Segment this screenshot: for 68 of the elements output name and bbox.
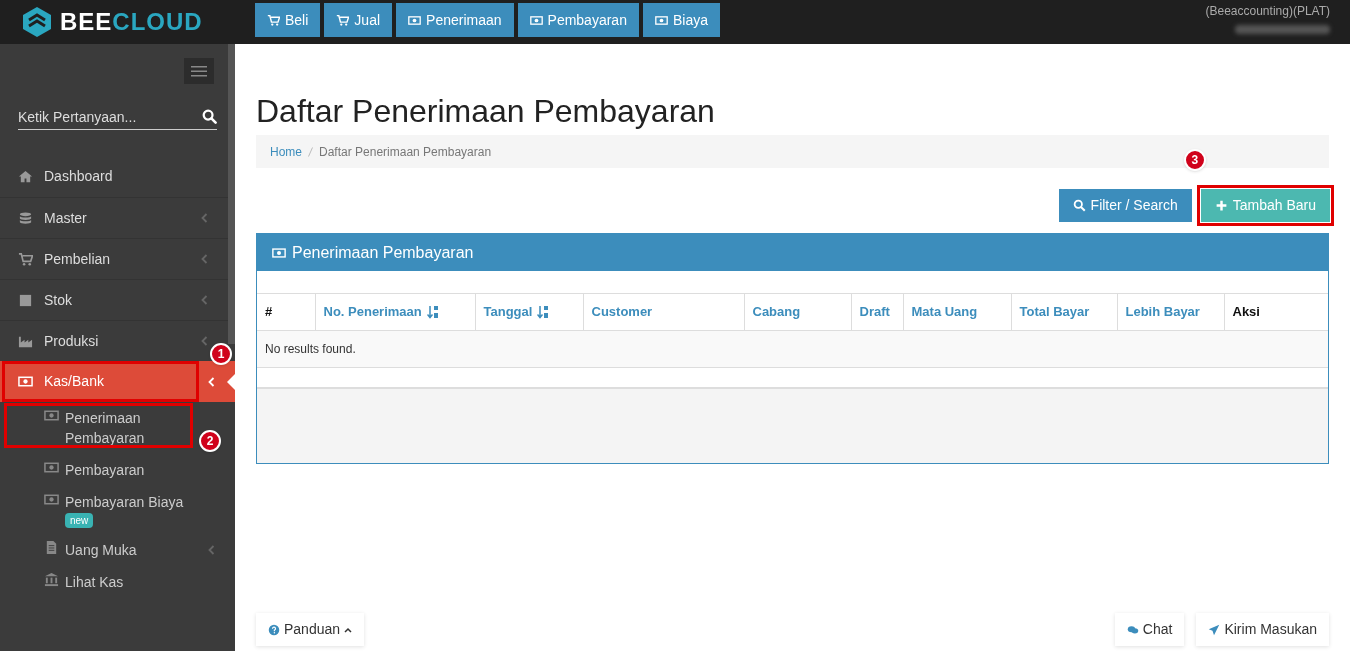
search-icon <box>1072 199 1086 212</box>
column-header: Aksi <box>1224 293 1328 331</box>
menu-button[interactable]: Pembayaran <box>517 3 639 37</box>
sidebar-subitem[interactable]: Uang Muka <box>0 534 235 566</box>
pointer-arrow-icon <box>227 374 235 390</box>
chat-icon <box>1126 623 1139 636</box>
column-header-link[interactable]: Lebih Bayar <box>1117 293 1224 331</box>
banknote-icon <box>272 245 286 260</box>
sidebar-subitem[interactable]: Pembayaran Biaya new <box>0 486 235 534</box>
banknote-icon <box>44 408 59 423</box>
question-search-field[interactable]: Ketik Pertanyaan... <box>18 103 202 130</box>
column-header-link[interactable]: Total Bayar <box>1011 293 1117 331</box>
callout-number: 1 <box>210 343 232 365</box>
sidebar-item[interactable]: Master <box>0 197 228 238</box>
plus-icon <box>1214 199 1228 212</box>
cart-icon <box>336 13 350 27</box>
chat-button[interactable]: Chat <box>1114 613 1185 646</box>
page-title: Daftar Penerimaan Pembayaran <box>256 92 716 131</box>
help-icon <box>268 623 280 636</box>
database-icon <box>18 210 33 226</box>
sidebar-item[interactable]: Dashboard <box>0 156 228 197</box>
search-icon <box>202 109 217 124</box>
column-header-link[interactable]: Mata Uang <box>903 293 1011 331</box>
banknote-icon <box>44 492 59 507</box>
breadcrumb-current: Daftar Penerimaan Pembayaran <box>319 143 492 161</box>
caret-up-icon <box>344 626 353 633</box>
brand-name: BEECLOUD <box>60 7 203 37</box>
sidebar-item[interactable]: Pembelian <box>0 238 228 279</box>
column-header-link[interactable]: Customer <box>583 293 744 331</box>
company-name: (Beeaccounting)(PLAT) <box>1205 3 1330 20</box>
column-header-link[interactable]: No. Penerimaan <box>315 293 475 331</box>
sidebar-subitem[interactable]: Lihat Kas <box>0 566 235 598</box>
sidebar-subitem[interactable]: Penerimaan Pembayaran <box>0 402 195 454</box>
paper-plane-icon <box>1208 623 1221 636</box>
feedback-button[interactable]: Kirim Masukan <box>1196 613 1329 646</box>
panel-title: Penerimaan Pembayaran <box>292 242 474 263</box>
breadcrumb-separator <box>308 146 313 157</box>
banknote-icon <box>529 13 543 27</box>
document-icon <box>44 540 59 555</box>
column-header: # <box>257 293 315 331</box>
menu-icon <box>191 65 207 77</box>
menu-button[interactable]: Jual <box>324 3 393 37</box>
sidebar-subitem[interactable]: Pembayaran <box>0 454 235 486</box>
sidebar-item[interactable]: Stok <box>0 279 228 320</box>
banknote-icon <box>654 13 668 27</box>
home-icon <box>18 169 33 184</box>
breadcrumb-link[interactable]: Home <box>270 142 302 161</box>
filter-button[interactable]: Filter / Search <box>1058 189 1192 222</box>
column-header-link[interactable]: Draft <box>851 293 903 331</box>
column-header-link[interactable]: Tanggal <box>475 293 583 331</box>
guide-button[interactable]: Panduan <box>256 613 365 646</box>
new-badge: new <box>65 513 94 528</box>
square-icon <box>18 292 33 308</box>
menu-button[interactable] <box>184 58 214 84</box>
menu-button[interactable]: Biaya <box>642 3 720 37</box>
callout-number: 2 <box>199 430 221 452</box>
menu-button[interactable]: Beli <box>255 3 321 37</box>
hexagon-logo-icon <box>22 6 52 38</box>
column-header-link[interactable]: Cabang <box>744 293 851 331</box>
banknote-icon <box>408 13 422 27</box>
empty-message: No results found. <box>265 342 356 356</box>
add-new-button[interactable]: Tambah Baru <box>1200 189 1330 222</box>
menu-button[interactable]: Penerimaan <box>396 3 514 37</box>
cart-icon <box>18 251 33 267</box>
bank-icon <box>44 572 59 587</box>
banknote-icon <box>44 460 59 475</box>
cart-icon <box>267 13 280 27</box>
banknote-icon <box>18 374 33 389</box>
